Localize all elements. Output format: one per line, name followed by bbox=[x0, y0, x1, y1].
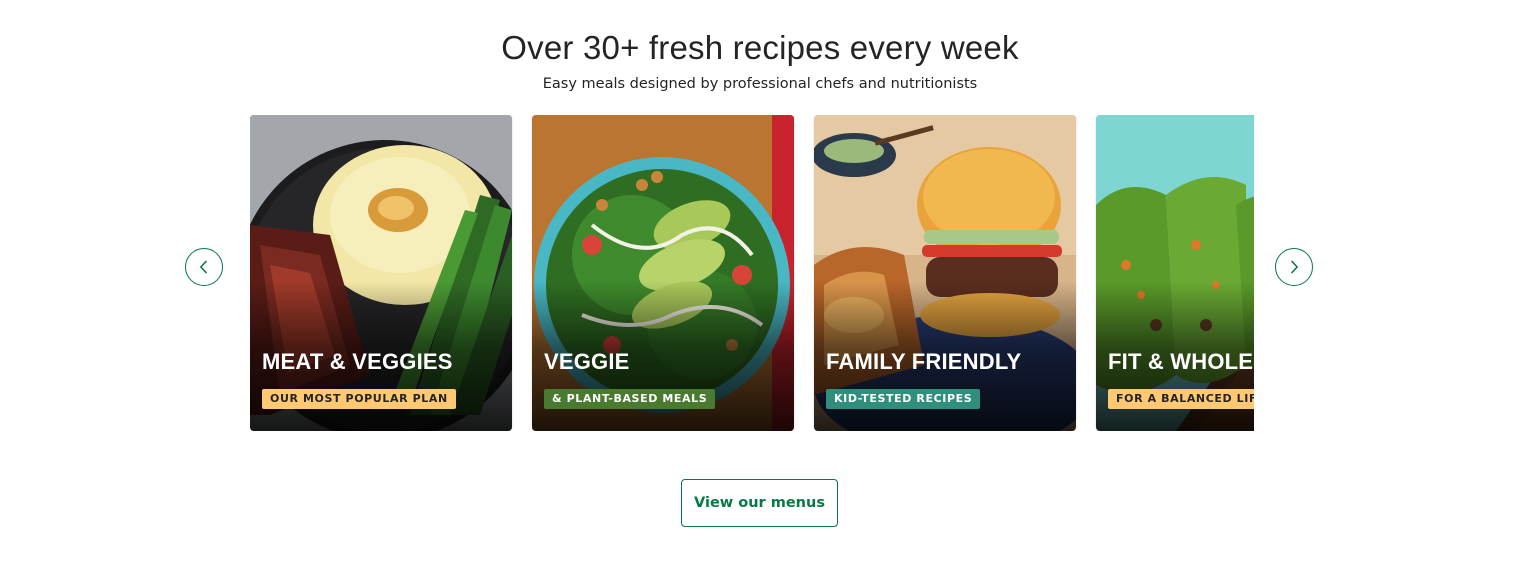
chevron-right-icon bbox=[1291, 260, 1298, 274]
plan-card-meat-veggies[interactable]: MEAT & VEGGIES OUR MOST POPULAR PLAN bbox=[250, 115, 512, 431]
section-headline: Over 30+ fresh recipes every week bbox=[501, 29, 1019, 66]
plan-card-veggie[interactable]: VEGGIE & PLANT-BASED MEALS bbox=[532, 115, 794, 431]
plan-card-title: VEGGIE bbox=[544, 349, 630, 374]
plan-card-title: MEAT & VEGGIES bbox=[262, 349, 453, 374]
carousel-prev-button[interactable] bbox=[185, 248, 223, 286]
view-menus-button[interactable]: View our menus bbox=[681, 479, 838, 527]
plan-card-family-friendly[interactable]: FAMILY FRIENDLY KID-TESTED RECIPES bbox=[814, 115, 1076, 431]
section-subheadline: Easy meals designed by professional chef… bbox=[542, 76, 978, 92]
recipe-carousel: MEAT & VEGGIES OUR MOST POPULAR PLAN VEG… bbox=[250, 115, 1254, 431]
plan-card-badge: FOR A BALANCED LIFESTYLE bbox=[1108, 389, 1254, 409]
plan-card-badge: & PLANT-BASED MEALS bbox=[544, 389, 716, 409]
plan-card-badge: OUR MOST POPULAR PLAN bbox=[262, 389, 456, 409]
chevron-left-icon bbox=[200, 260, 207, 274]
plan-card-title: FAMILY FRIENDLY bbox=[826, 349, 1022, 374]
plan-card-badge: KID-TESTED RECIPES bbox=[826, 389, 981, 409]
plan-card-title: FIT & WHOLESOME bbox=[1108, 349, 1254, 374]
carousel-next-button[interactable] bbox=[1275, 248, 1313, 286]
plan-card-fit-wholesome[interactable]: FIT & WHOLESOME FOR A BALANCED LIFESTYLE bbox=[1096, 115, 1254, 431]
